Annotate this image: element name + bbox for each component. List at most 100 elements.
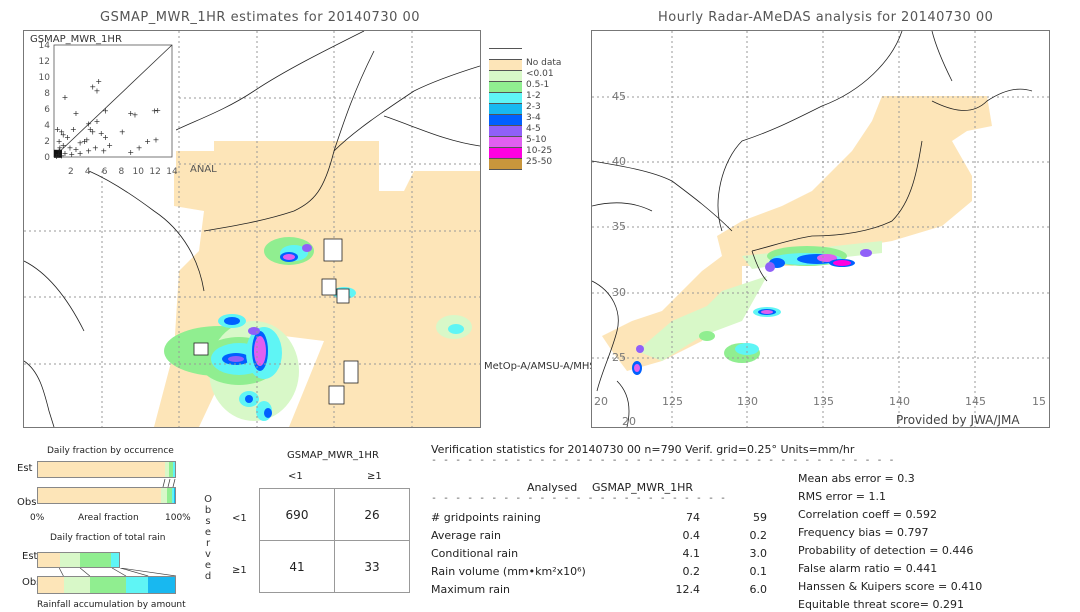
inset-y-tick: 10 — [39, 73, 51, 83]
stat-analysed-value: 0.4 — [682, 529, 701, 542]
occurrence-x-max: 100% — [165, 513, 191, 523]
observed-letter: e — [204, 560, 212, 571]
legend-label: 4-5 — [526, 124, 541, 134]
observed-letter: d — [204, 571, 212, 582]
score-line: Frequency bias = 0.797 — [798, 526, 929, 539]
lat-tick: 30 — [612, 286, 626, 299]
legend-label: 10-25 — [526, 146, 553, 156]
total-rain-est-segment — [38, 553, 60, 567]
lon-tick: 145 — [965, 395, 986, 408]
observed-letter: b — [204, 505, 212, 516]
left-map: + + + + + + + + + + + + + + + + + + + + + + + + + + + + + + + + + + + + + + + +… — [23, 30, 481, 428]
contingency-cell: 33 — [334, 540, 410, 593]
total-rain-est-segment — [59, 553, 81, 567]
lon-tick: 125 — [662, 395, 683, 408]
scatter-point: + — [85, 147, 92, 156]
total-rain-obs-bar — [37, 576, 176, 594]
lon-tick: 140 — [889, 395, 910, 408]
legend-bottom-border — [489, 169, 522, 170]
scatter-point: + — [73, 109, 80, 118]
inset-x-tick: 8 — [119, 167, 125, 177]
legend-swatch — [489, 70, 522, 81]
scatter-point: + — [132, 111, 139, 120]
scatter-point: + — [95, 77, 102, 86]
occurrence-x-min: 0% — [30, 513, 45, 523]
credit-label: Provided by JWA/JMA — [896, 413, 1020, 427]
scatter-point: + — [136, 143, 143, 152]
inset-x-tick: 10 — [133, 167, 145, 177]
lat-tick-bottom: 20 — [622, 415, 636, 428]
legend-swatch — [489, 136, 522, 147]
scatter-point: + — [57, 143, 64, 152]
legend-label: 2-3 — [526, 102, 541, 112]
lat-tick: 45 — [612, 90, 626, 103]
occurrence-est-label: Est — [17, 463, 33, 474]
stat-analysed-value: 0.2 — [682, 565, 701, 578]
scatter-point: + — [127, 148, 134, 157]
score-line: Correlation coeff = 0.592 — [798, 508, 937, 521]
total-rain-connector — [58, 568, 64, 576]
inset-y-tick: 4 — [44, 121, 50, 131]
scatter-point: + — [144, 137, 151, 146]
stat-label: Maximum rain — [431, 583, 510, 596]
legend-swatch — [489, 125, 522, 136]
total-rain-est-segment — [80, 553, 112, 567]
scatter-point: + — [70, 125, 77, 134]
contingency-title: GSMAP_MWR_1HR — [287, 450, 379, 461]
total-rain-x-label: Rainfall accumulation by amount — [37, 600, 186, 610]
inset-x-tick: 6 — [102, 167, 108, 177]
score-line: Equitable threat score= 0.291 — [798, 598, 964, 611]
lat-tick: 25 — [612, 351, 626, 364]
analysis-region — [602, 96, 992, 371]
stat-analysed-value: 12.4 — [675, 583, 701, 596]
scatter-point: + — [62, 93, 69, 102]
lon-tick: 15 — [1032, 395, 1046, 408]
total-rain-est-label: Est — [22, 551, 38, 562]
left-map-title: GSMAP_MWR_1HR estimates for 20140730 00 — [100, 10, 421, 25]
inset-y-tick: 6 — [44, 105, 50, 115]
contingency-col-header-0: <1 — [288, 471, 303, 482]
observed-letter: r — [205, 538, 211, 549]
lon-tick: 135 — [813, 395, 834, 408]
scatter-point: + — [77, 149, 84, 158]
legend-item: 25-50 — [489, 157, 589, 169]
observed-letter: s — [205, 516, 211, 527]
occurrence-est-segment — [38, 462, 165, 477]
inset-x-tick: 14 — [166, 167, 178, 177]
inset-x-label: ANAL — [190, 164, 217, 175]
score-line: RMS error = 1.1 — [798, 490, 886, 503]
score-line: Probability of detection = 0.446 — [798, 544, 974, 557]
total-rain-connector — [79, 568, 91, 576]
observed-letter: e — [204, 527, 212, 538]
right-map-canvas — [592, 31, 1049, 427]
total-rain-est-segment — [111, 553, 120, 567]
inset-x-tick: 4 — [85, 167, 91, 177]
scatter-point: + — [92, 143, 99, 152]
occurrence-est-segment — [172, 462, 175, 477]
lat-tick: 35 — [612, 220, 626, 233]
verification-divider: - - - - - - - - - - - - - - - - - - - - … — [431, 455, 895, 466]
stat-estimate-value: 59 — [753, 511, 767, 524]
score-line: Mean abs error = 0.3 — [798, 472, 915, 485]
contingency-cell: 26 — [334, 488, 410, 541]
occurrence-obs-label: Obs — [17, 497, 37, 508]
inset-y-tick: 8 — [44, 89, 50, 99]
total-rain-obs-segment — [38, 577, 65, 593]
occurrence-x-label: Areal fraction — [78, 513, 139, 523]
score-line: Hanssen & Kuipers score = 0.410 — [798, 580, 983, 593]
occurrence-obs-segment — [38, 488, 162, 503]
inset-x-tick: 12 — [149, 167, 160, 177]
total-rain-obs-segment — [147, 577, 175, 593]
stat-label: Rain volume (mm•km²x10⁶) — [431, 565, 586, 578]
scatter-point: + — [106, 141, 113, 150]
occurrence-obs-segment — [173, 488, 175, 503]
table-divider: - - - - - - - - - - - - - - - - - - - - … — [431, 493, 727, 504]
sensor-label: MetOp-A/AMSU-A/MHS — [484, 361, 596, 372]
scatter-point: + — [89, 127, 96, 136]
observed-letter: v — [205, 549, 211, 560]
scatter-point: + — [102, 107, 109, 116]
lat-tick: 40 — [612, 155, 626, 168]
contingency-cell: 690 — [259, 488, 335, 541]
scatter-point: + — [154, 106, 161, 115]
legend-swatch — [489, 81, 522, 92]
